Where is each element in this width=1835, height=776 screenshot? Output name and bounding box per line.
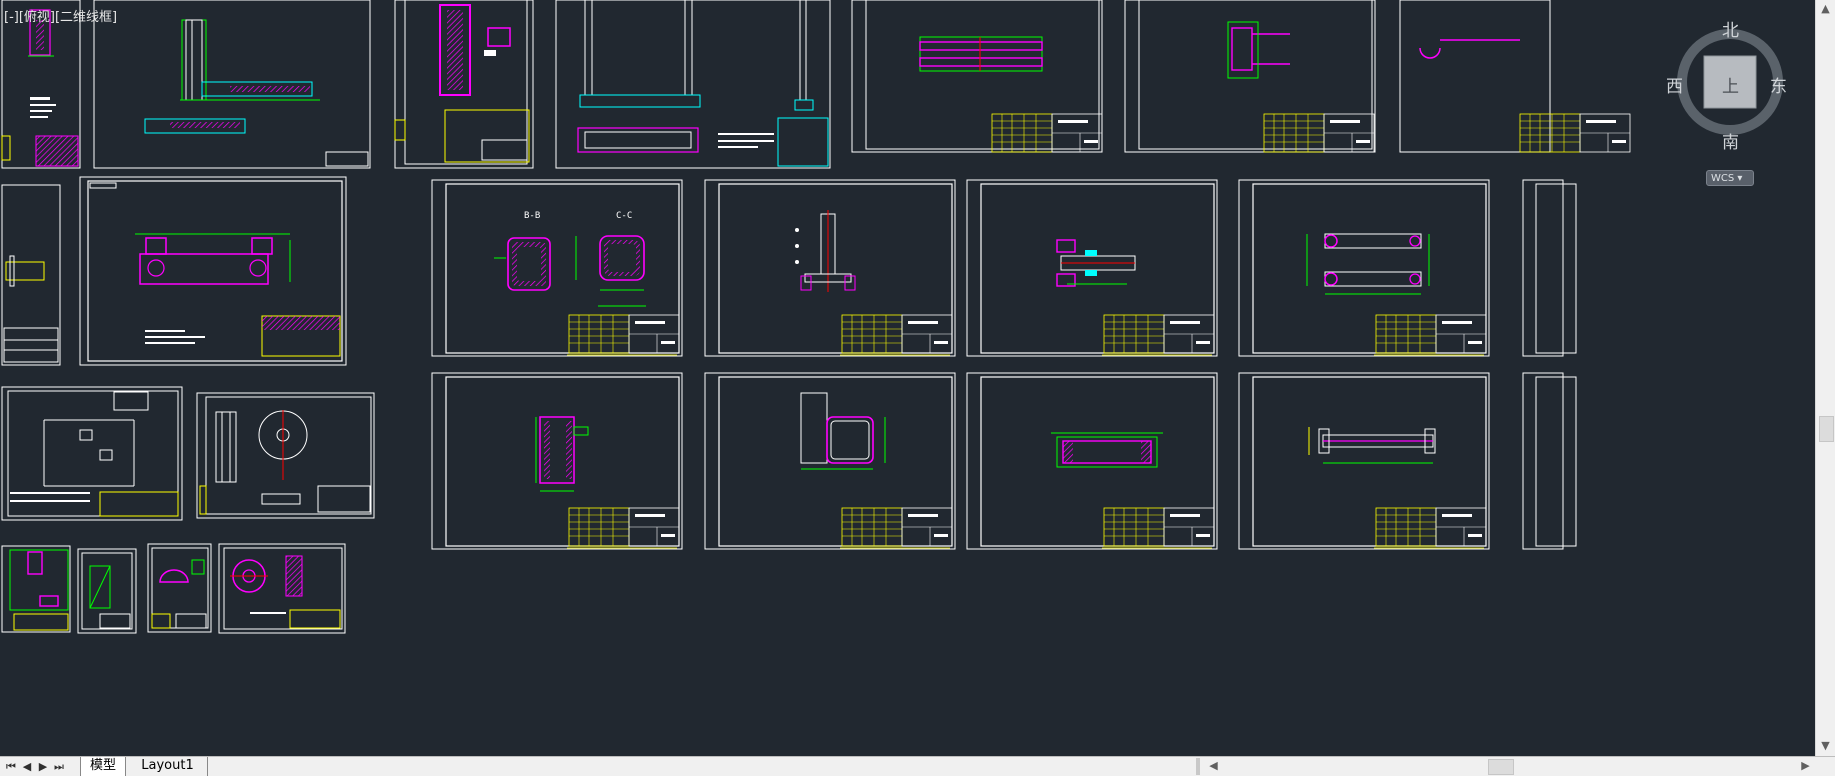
drawing-sheet[interactable] — [555, 0, 831, 169]
drawing-sheet[interactable] — [394, 0, 534, 169]
compass-west[interactable]: 西 — [1666, 72, 1683, 97]
last-tab-icon[interactable]: ⏭ — [52, 758, 66, 775]
drawing-sheet[interactable] — [1399, 0, 1631, 153]
drawing-sheet[interactable] — [1, 184, 61, 366]
drawing-sheet[interactable] — [79, 176, 347, 366]
drawing-sheet[interactable] — [432, 373, 682, 549]
vertical-scrollbar[interactable]: ▲ ▼ — [1815, 0, 1835, 756]
cad-drawing-canvas[interactable]: B-B C-C — [0, 0, 1815, 756]
drawing-sheet[interactable] — [967, 180, 1217, 356]
prev-tab-icon[interactable]: ◀ — [20, 758, 34, 775]
drawing-sheet[interactable] — [196, 392, 375, 519]
drawing-sheet[interactable] — [1, 386, 183, 521]
scroll-up-icon[interactable]: ▲ — [1816, 0, 1835, 18]
drawing-sheet[interactable] — [77, 548, 137, 634]
drawing-sheet[interactable] — [93, 0, 371, 169]
next-tab-icon[interactable]: ▶ — [36, 758, 50, 775]
drawing-viewport[interactable]: [-][俯视][二维线框] B-B C-C 北 南 东 西 上 WCS ▾ — [0, 0, 1815, 756]
horizontal-scroll-thumb[interactable] — [1488, 759, 1514, 775]
drawing-sheet[interactable] — [705, 373, 955, 549]
scroll-down-icon[interactable]: ▼ — [1816, 737, 1835, 755]
section-label-b: B-B — [524, 211, 540, 221]
drawing-sheet[interactable] — [1239, 373, 1489, 549]
vertical-scroll-thumb[interactable] — [1819, 416, 1834, 442]
drawing-sheet[interactable]: B-B C-C — [432, 180, 682, 356]
compass-north[interactable]: 北 — [1722, 16, 1739, 41]
drawing-sheet[interactable] — [1, 0, 81, 169]
first-tab-icon[interactable]: ⏮ — [4, 758, 18, 775]
drawing-sheet[interactable] — [1522, 179, 1577, 357]
drawing-sheet[interactable] — [967, 373, 1217, 549]
layout-tab-bar: ⏮ ◀ ▶ ⏭ 模型 Layout1 ◀ ▶ — [0, 756, 1835, 776]
drawing-sheet[interactable] — [705, 180, 955, 356]
scroll-left-icon[interactable]: ◀ — [1204, 757, 1223, 775]
drawing-sheet[interactable] — [218, 543, 346, 634]
wcs-menu-button[interactable]: WCS ▾ — [1706, 170, 1754, 186]
horizontal-scrollbar[interactable]: ◀ ▶ — [1200, 757, 1815, 776]
chevron-down-icon: ▾ — [1737, 173, 1743, 184]
drawing-sheet[interactable] — [1239, 180, 1489, 356]
section-label-c: C-C — [616, 211, 632, 221]
view-controls-label[interactable]: [-][俯视][二维线框] — [4, 6, 117, 25]
viewcube-top-face[interactable]: 上 — [1722, 72, 1739, 97]
wcs-label: WCS — [1711, 173, 1735, 184]
drawing-sheet[interactable] — [851, 0, 1103, 153]
compass-east[interactable]: 东 — [1770, 72, 1787, 97]
drawing-sheet[interactable] — [1522, 372, 1577, 550]
scroll-right-icon[interactable]: ▶ — [1796, 757, 1815, 775]
compass-south[interactable]: 南 — [1722, 128, 1739, 153]
drawing-sheet[interactable] — [1124, 0, 1376, 153]
tab-layout1[interactable]: Layout1 — [128, 757, 208, 776]
tab-model[interactable]: 模型 — [80, 757, 126, 776]
drawing-sheet[interactable] — [147, 543, 212, 633]
viewcube[interactable]: 北 南 东 西 上 WCS ▾ — [1664, 18, 1794, 188]
drawing-sheet[interactable] — [1, 545, 71, 633]
